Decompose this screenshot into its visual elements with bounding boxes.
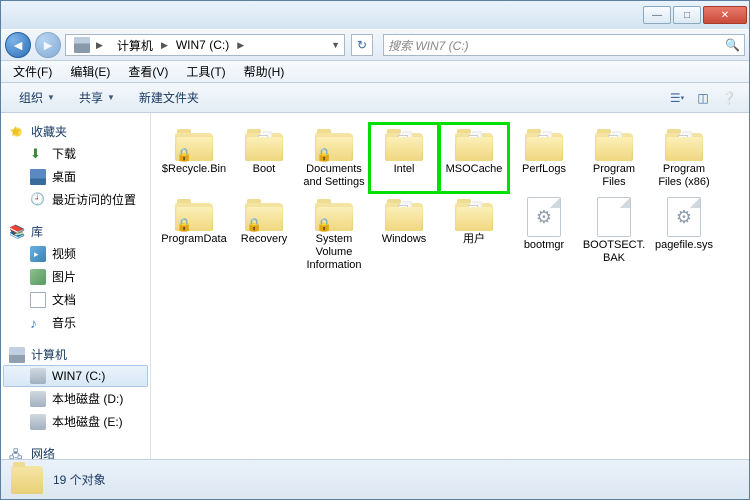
folder-program-files[interactable]: Program Files	[579, 123, 649, 193]
gear-icon: ⚙	[536, 207, 552, 228]
sidebar-item-pictures[interactable]: 图片	[3, 265, 148, 288]
nav-toolbar: ◄ ► ▶ 计算机 ▶ WIN7 (C:) ▶ ▼ ↻ 搜索 WIN7 (C:)…	[1, 29, 749, 61]
chevron-right-icon: ▶	[94, 40, 105, 51]
lock-icon: 🔒	[176, 217, 192, 233]
chevron-down-icon: ▼	[47, 93, 55, 102]
computer-icon	[9, 347, 25, 363]
sidebar-favorites[interactable]: 收藏夹	[1, 121, 150, 142]
menu-tools[interactable]: 工具(T)	[178, 61, 233, 82]
folder-svi[interactable]: 🔒System Volume Information	[299, 193, 369, 276]
folder-program-files-x86[interactable]: Program Files (x86)	[649, 123, 719, 193]
new-folder-button[interactable]: 新建文件夹	[129, 85, 209, 110]
sidebar-item-desktop[interactable]: 桌面	[3, 165, 148, 188]
lock-icon: 🔒	[316, 217, 332, 233]
sidebar-item-drive-d[interactable]: 本地磁盘 (D:)	[3, 387, 148, 410]
organize-button[interactable]: 组织▼	[9, 85, 65, 110]
titlebar: — □ ✕	[1, 1, 749, 29]
body: 收藏夹 下载 桌面 最近访问的位置 库 视频 图片 文档 音乐 计算机 WIN7…	[1, 113, 749, 459]
sidebar-computer[interactable]: 计算机	[1, 344, 150, 365]
library-icon	[9, 224, 25, 240]
explorer-window: — □ ✕ ◄ ► ▶ 计算机 ▶ WIN7 (C:) ▶ ▼ ↻ 搜索 WIN…	[0, 0, 750, 500]
menu-file[interactable]: 文件(F)	[5, 61, 60, 82]
preview-pane-button[interactable]: ◫	[691, 87, 715, 109]
forward-button[interactable]: ►	[35, 32, 61, 58]
refresh-button[interactable]: ↻	[351, 34, 373, 56]
folder-windows[interactable]: Windows	[369, 193, 439, 276]
menu-view[interactable]: 查看(V)	[120, 61, 176, 82]
sidebar-network[interactable]: 网络	[1, 443, 150, 459]
video-icon	[30, 246, 46, 262]
status-bar: 19 个对象	[1, 459, 749, 499]
menu-help[interactable]: 帮助(H)	[236, 61, 293, 82]
search-input[interactable]: 搜索 WIN7 (C:) 🔍	[383, 34, 745, 56]
lock-icon: 🔒	[246, 217, 262, 233]
sidebar-item-documents[interactable]: 文档	[3, 288, 148, 311]
breadcrumb-computer[interactable]: 计算机	[111, 35, 159, 55]
file-bootsect[interactable]: BOOTSECT.BAK	[579, 193, 649, 276]
picture-icon	[30, 269, 46, 285]
sidebar-libraries[interactable]: 库	[1, 221, 150, 242]
view-mode-button[interactable]: ☰▾	[665, 87, 689, 109]
menu-bar: 文件(F) 编辑(E) 查看(V) 工具(T) 帮助(H)	[1, 61, 749, 83]
minimize-button[interactable]: —	[643, 6, 671, 24]
sidebar-item-drive-e[interactable]: 本地磁盘 (E:)	[3, 410, 148, 433]
status-item-count: 19 个对象	[53, 471, 106, 488]
help-button[interactable]: ❔	[717, 87, 741, 109]
lock-icon: 🔒	[316, 147, 332, 163]
file-bootmgr[interactable]: ⚙bootmgr	[509, 193, 579, 276]
maximize-button[interactable]: □	[673, 6, 701, 24]
folder-boot[interactable]: Boot	[229, 123, 299, 193]
folder-recycle-bin[interactable]: 🔒$Recycle.Bin	[159, 123, 229, 193]
folder-documents-settings[interactable]: 🔒Documents and Settings	[299, 123, 369, 193]
folder-programdata[interactable]: 🔒ProgramData	[159, 193, 229, 276]
file-list[interactable]: 🔒$Recycle.Bin Boot 🔒Documents and Settin…	[151, 113, 749, 459]
dropdown-icon[interactable]: ▼	[329, 40, 342, 50]
desktop-icon	[30, 169, 46, 185]
document-icon	[30, 292, 46, 308]
music-icon	[30, 315, 46, 331]
drive-icon	[30, 414, 46, 430]
search-icon: 🔍	[725, 38, 740, 52]
chevron-right-icon: ▶	[159, 40, 170, 51]
sidebar-item-drive-c[interactable]: WIN7 (C:)	[3, 365, 148, 387]
folder-users[interactable]: 用户	[439, 193, 509, 276]
chevron-down-icon: ▼	[107, 93, 115, 102]
drive-icon	[30, 391, 46, 407]
breadcrumb-drive[interactable]: WIN7 (C:)	[170, 35, 235, 55]
menu-edit[interactable]: 编辑(E)	[62, 61, 118, 82]
network-icon	[9, 446, 25, 460]
lock-icon: 🔒	[176, 147, 192, 163]
gear-icon: ⚙	[676, 207, 692, 228]
command-bar: 组织▼ 共享▼ 新建文件夹 ☰▾ ◫ ❔	[1, 83, 749, 113]
view-buttons: ☰▾ ◫ ❔	[665, 87, 741, 109]
sidebar-item-recent[interactable]: 最近访问的位置	[3, 188, 148, 211]
folder-icon	[11, 466, 43, 494]
folder-intel[interactable]: Intel	[369, 123, 439, 193]
folder-perflogs[interactable]: PerfLogs	[509, 123, 579, 193]
star-icon	[9, 124, 25, 140]
folder-recovery[interactable]: 🔒Recovery	[229, 193, 299, 276]
computer-icon	[74, 37, 90, 53]
folder-msocache[interactable]: MSOCache	[439, 123, 509, 193]
share-button[interactable]: 共享▼	[69, 85, 125, 110]
recent-icon	[30, 192, 46, 208]
download-icon	[30, 146, 46, 162]
nav-pane: 收藏夹 下载 桌面 最近访问的位置 库 视频 图片 文档 音乐 计算机 WIN7…	[1, 113, 151, 459]
search-placeholder: 搜索 WIN7 (C:)	[388, 37, 469, 54]
sidebar-item-downloads[interactable]: 下载	[3, 142, 148, 165]
address-bar[interactable]: ▶ 计算机 ▶ WIN7 (C:) ▶ ▼	[65, 34, 345, 56]
back-button[interactable]: ◄	[5, 32, 31, 58]
sidebar-item-video[interactable]: 视频	[3, 242, 148, 265]
close-button[interactable]: ✕	[703, 6, 747, 24]
drive-icon	[30, 368, 46, 384]
file-pagefile[interactable]: ⚙pagefile.sys	[649, 193, 719, 276]
chevron-right-icon: ▶	[235, 40, 246, 51]
sidebar-item-music[interactable]: 音乐	[3, 311, 148, 334]
